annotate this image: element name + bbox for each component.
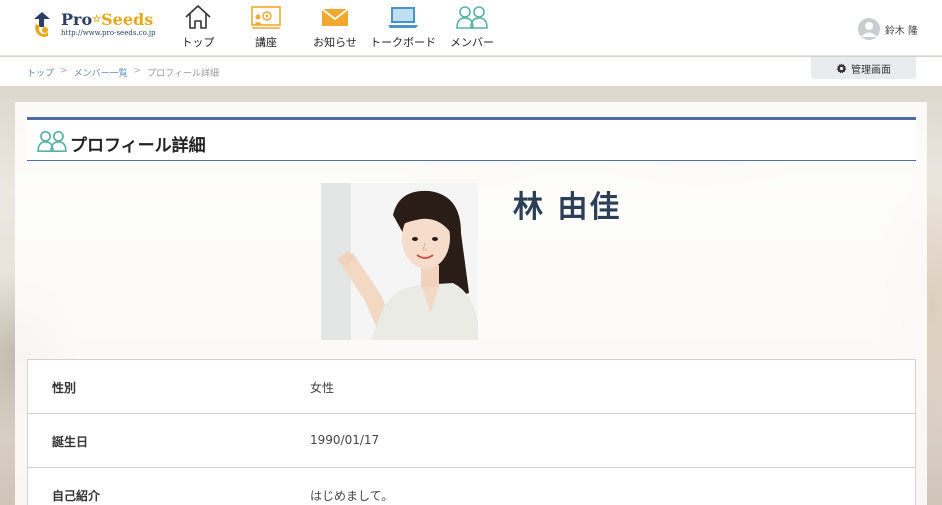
avatar-icon	[857, 18, 880, 40]
logo-seeds: Seeds	[101, 10, 154, 29]
admin-button[interactable]: 管理画面	[811, 57, 916, 79]
home-icon	[185, 5, 211, 29]
breadcrumb: トップ > メンバー一覧 > プロフィール詳細	[27, 66, 219, 79]
field-label-gender: 性別	[52, 381, 77, 395]
field-label-introduction: 自己紹介	[52, 489, 101, 503]
nav-label-members: メンバー	[450, 36, 494, 49]
field-value-introduction: はじめまして。	[310, 489, 394, 503]
nav-item-top[interactable]: トップ	[176, 4, 220, 52]
members-icon	[456, 6, 488, 29]
table-row: 性別 女性	[28, 360, 915, 414]
breadcrumb-separator: >	[60, 66, 68, 76]
breadcrumb-bar: トップ > メンバー一覧 > プロフィール詳細	[0, 57, 942, 86]
page-title: プロフィール詳細	[70, 136, 206, 156]
course-icon	[251, 6, 281, 29]
nav-item-members[interactable]: メンバー	[449, 4, 495, 52]
logo-mark-icon	[34, 12, 50, 37]
laptop-icon	[388, 7, 418, 28]
nav-label-top: トップ	[181, 36, 215, 49]
nav-label-talkboard: トークボード	[370, 36, 436, 49]
members-icon	[37, 130, 67, 152]
user-name: 鈴木 隆	[884, 25, 918, 37]
nav-item-course[interactable]: 講座	[246, 4, 286, 52]
nav-label-course: 講座	[255, 36, 277, 49]
logo-text: Pro☆Seeds	[61, 10, 153, 29]
field-value-birthday: 1990/01/17	[310, 433, 380, 447]
field-value-gender: 女性	[310, 381, 335, 395]
admin-button-label: 管理画面	[851, 64, 891, 76]
field-label-birthday: 誕生日	[52, 435, 89, 449]
breadcrumb-members[interactable]: メンバー一覧	[74, 66, 128, 79]
page-title-bar: プロフィール詳細	[27, 117, 916, 161]
logo-url: http://www.pro-seeds.co.jp	[61, 29, 156, 37]
profile-name: 林 由佳	[513, 190, 622, 225]
breadcrumb-separator: >	[133, 66, 142, 76]
site-header: Pro☆Seeds http://www.pro-seeds.co.jp トップ…	[0, 0, 942, 56]
gear-icon	[836, 62, 847, 73]
breadcrumb-current: プロフィール詳細	[147, 69, 219, 79]
nav-item-talkboard[interactable]: トークボード	[370, 4, 436, 52]
user-menu[interactable]: 鈴木 隆	[857, 17, 918, 41]
mail-icon	[321, 8, 349, 26]
logo-star: ☆	[92, 14, 102, 25]
profile-info-table: 性別 女性 誕生日 1990/01/17 自己紹介 はじめまして。	[27, 359, 916, 505]
table-row: 自己紹介 はじめまして。	[28, 468, 915, 505]
nav-label-notice: お知らせ	[313, 36, 357, 49]
site-logo[interactable]: Pro☆Seeds http://www.pro-seeds.co.jp	[30, 9, 156, 41]
logo-pro: Pro	[61, 10, 93, 29]
table-row: 誕生日 1990/01/17	[28, 414, 915, 468]
nav-item-notice[interactable]: お知らせ	[310, 4, 360, 52]
breadcrumb-top[interactable]: トップ	[27, 66, 54, 79]
profile-photo	[321, 183, 478, 340]
